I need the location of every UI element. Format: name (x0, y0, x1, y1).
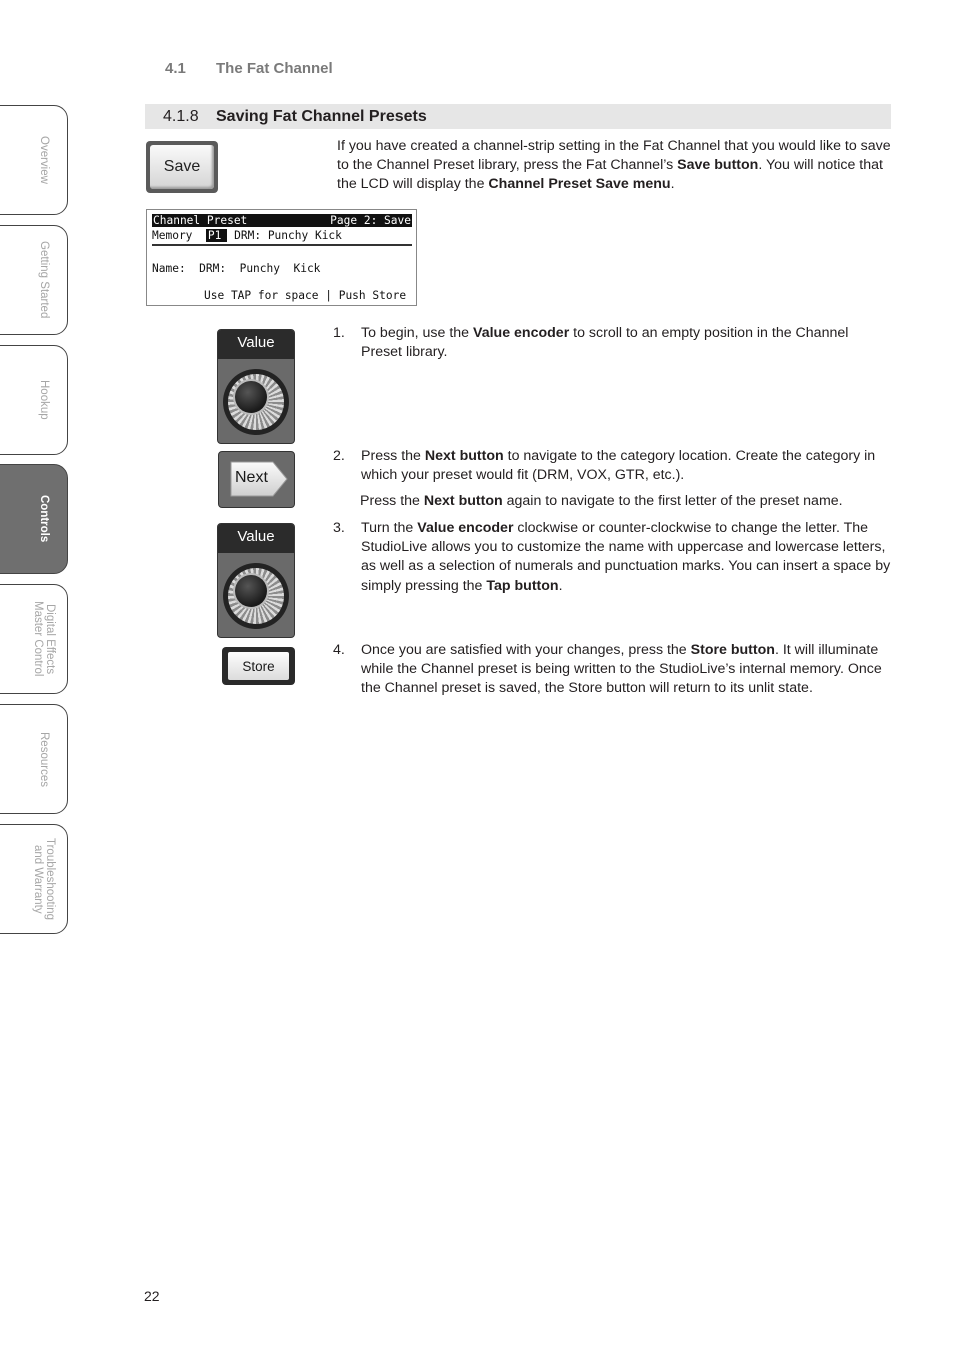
intro-paragraph: If you have created a channel-strip sett… (337, 137, 892, 195)
side-tab-resources[interactable]: Resources (0, 704, 68, 814)
side-tab-label: Getting Started (38, 241, 50, 319)
section-heading: 4.1 The Fat Channel (165, 60, 333, 77)
step-bold: Next button (424, 448, 504, 464)
subsection-heading: 4.1.8 Saving Fat Channel Presets (145, 104, 891, 129)
step-text: To begin, use the (361, 325, 474, 341)
step-note: Press the Next button again to navigate … (360, 492, 843, 511)
side-tab-label: Resources (38, 731, 50, 787)
lcd-memory-name: DRM: Punchy Kick (234, 229, 342, 242)
side-tab-getting-started[interactable]: Getting Started (0, 225, 68, 335)
side-tab-troubleshooting[interactable]: Troubleshooting and Warranty (0, 824, 68, 934)
lcd-title-bar: Channel Preset Page 2: Save (152, 214, 412, 227)
step-bold: Value encoder (473, 325, 570, 341)
lcd-memory-slot: P1 (205, 229, 228, 242)
step-item: 3. Turn the Value encoder clockwise or c… (333, 519, 893, 596)
knob-icon (223, 563, 289, 629)
side-tab-controls[interactable]: Controls (0, 464, 68, 574)
store-label: Store (228, 652, 289, 680)
next-arrow-icon (230, 461, 288, 497)
subsection-title: Saving Fat Channel Presets (216, 108, 427, 125)
side-tab-digital-effects[interactable]: Digital Effects Master Control (0, 584, 68, 694)
page-number: 22 (144, 1288, 160, 1304)
step-item: 1. To begin, use the Value encoder to sc… (333, 324, 893, 362)
lcd-memory-row: Memory P1 DRM: Punchy Kick (152, 229, 342, 242)
side-tab-label: Troubleshooting and Warranty (32, 837, 56, 921)
step-text: . (558, 577, 563, 594)
value-encoder-illustration: Value (217, 523, 295, 638)
step-text: Press the (361, 448, 425, 464)
step-number: 4. (333, 642, 345, 658)
side-tab-label: Overview (38, 136, 50, 184)
next-button-illustration: Next (218, 451, 295, 508)
subsection-number: 4.1.8 (163, 108, 199, 125)
note-text: again to navigate to the first letter of… (502, 493, 843, 509)
value-encoder-illustration: Value (217, 329, 295, 444)
step-bold: Value encoder (417, 520, 514, 536)
step-text: Once you are satisfied with your changes… (361, 642, 691, 658)
step-item: 2. Press the Next button to navigate to … (333, 447, 893, 485)
note-bold: Next button (423, 493, 503, 509)
store-button-illustration: Store (222, 647, 295, 685)
lcd-page: Page 2: Save (330, 214, 411, 227)
step-number: 2. (333, 448, 345, 464)
step-number: 3. (333, 520, 345, 536)
save-button-label: Save (150, 145, 214, 189)
side-tab-label: Controls (38, 495, 50, 543)
step-text: Turn the (361, 520, 418, 536)
lcd-title: Channel Preset (153, 214, 248, 227)
section-title: The Fat Channel (216, 60, 333, 77)
lcd-name-value: DRM: Punchy Kick (199, 262, 321, 275)
side-tab-label: Digital Effects Master Control (32, 601, 56, 677)
knob-icon (223, 369, 289, 435)
save-button-illustration: Save (146, 141, 218, 193)
lcd-screen: Channel Preset Page 2: Save Memory P1 DR… (146, 209, 417, 306)
step-item: 4. Once you are satisfied with your chan… (333, 641, 893, 699)
section-number: 4.1 (165, 60, 186, 77)
intro-text: . (670, 176, 675, 193)
side-tab-label: Hookup (38, 380, 50, 420)
note-text: Press the (360, 493, 424, 509)
step-bold: Store button (690, 642, 775, 658)
lcd-name-row: Name: DRM: Punchy Kick (152, 262, 320, 275)
lcd-hint: Use TAP for space | Push Store (204, 289, 407, 302)
lcd-memory-label: Memory (152, 229, 193, 242)
intro-bold: Channel Preset Save menu (488, 176, 671, 193)
step-number: 1. (333, 325, 345, 341)
lcd-name-label: Name: (152, 262, 186, 275)
step-bold: Tap button (486, 577, 559, 594)
side-tab-overview[interactable]: Overview (0, 105, 68, 215)
side-tab-hookup[interactable]: Hookup (0, 345, 68, 455)
lcd-divider (152, 244, 412, 246)
intro-bold: Save button (677, 157, 759, 174)
encoder-label: Value (218, 524, 294, 553)
encoder-label: Value (218, 330, 294, 359)
